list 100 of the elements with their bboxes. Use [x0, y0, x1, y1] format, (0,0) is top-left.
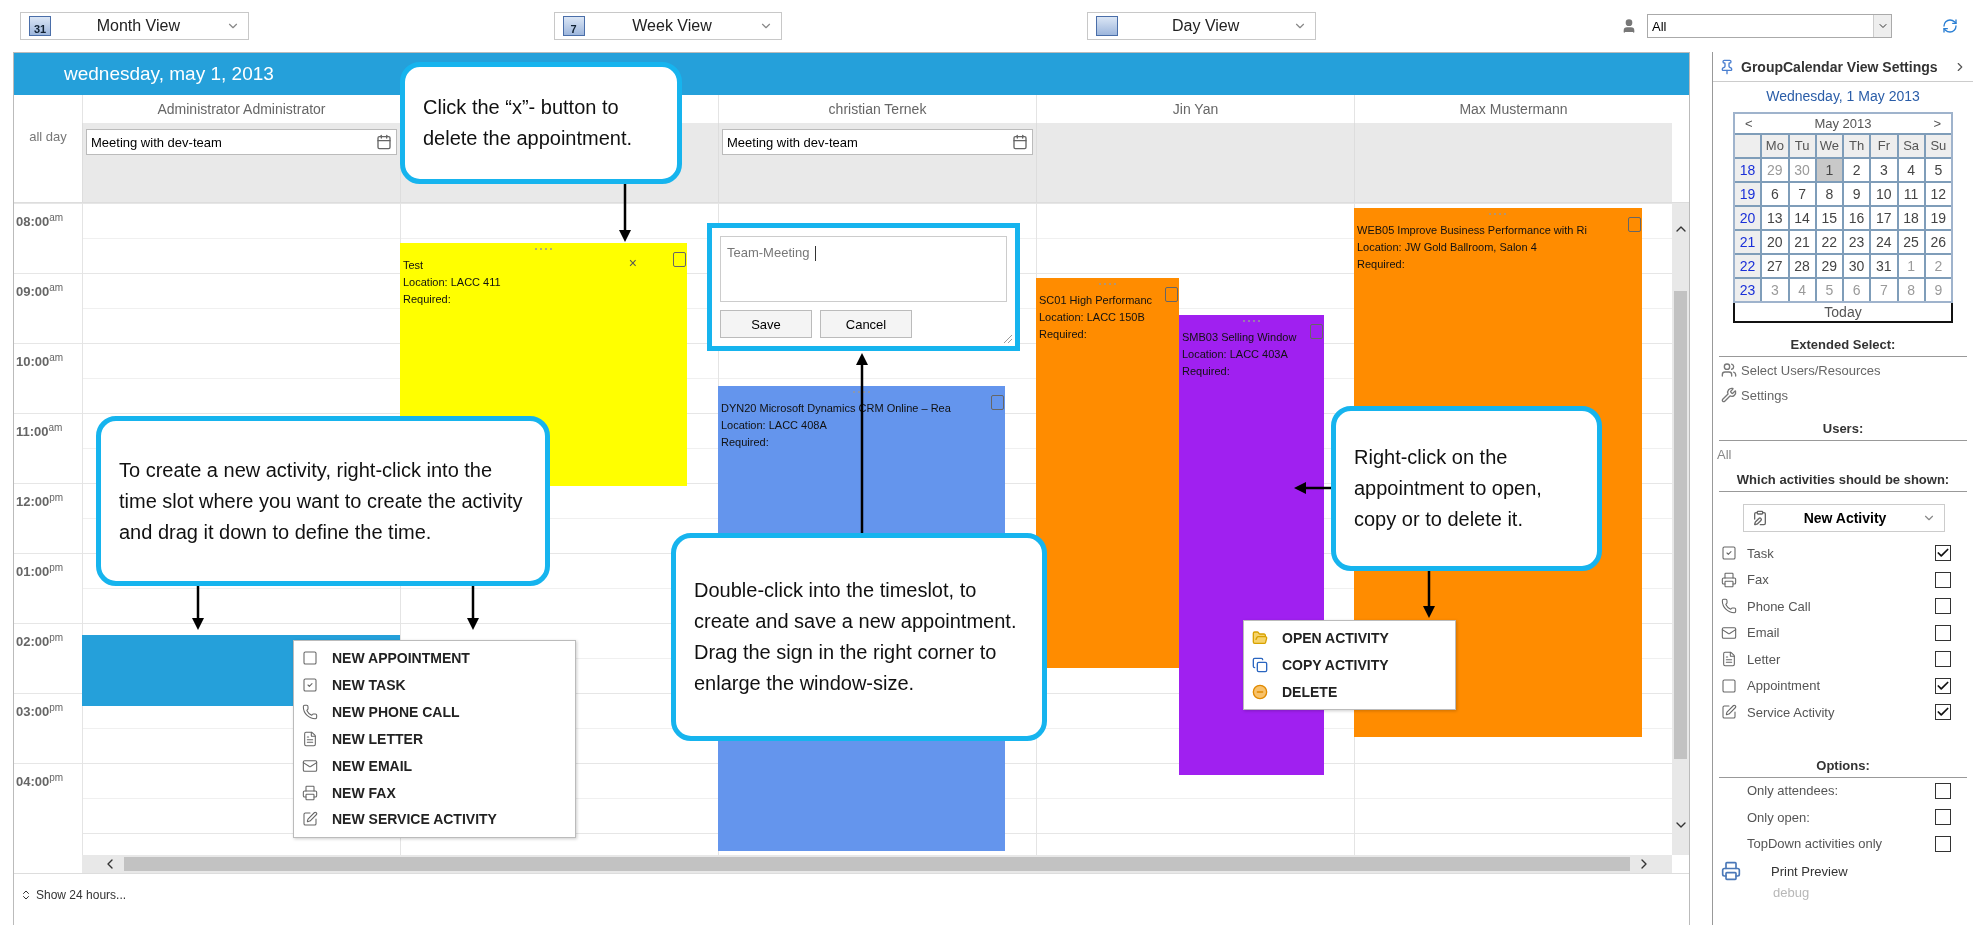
all-day-cell[interactable]	[1354, 123, 1672, 202]
checkbox[interactable]	[1935, 624, 1951, 641]
resize-grip-icon[interactable]	[1004, 335, 1012, 343]
drag-handle-icon[interactable]	[1097, 282, 1118, 286]
all-day-cell[interactable]: Meeting with dev-team	[82, 123, 400, 202]
day-cell[interactable]: 11	[1898, 183, 1924, 205]
day-cell[interactable]: 15	[1816, 207, 1842, 229]
day-cell[interactable]: 13	[1762, 207, 1788, 229]
drag-handle-icon[interactable]	[1488, 212, 1508, 216]
day-cell[interactable]: 22	[1816, 231, 1842, 253]
day-cell[interactable]: 12	[1925, 183, 1951, 205]
previous-month-button[interactable]: <	[1745, 116, 1753, 131]
all-day-cell[interactable]: Meeting with dev-team	[718, 123, 1036, 202]
print-preview-link[interactable]: Print Preview	[1771, 863, 1848, 879]
editor-button[interactable]: Cancel	[820, 310, 912, 338]
day-cell[interactable]: 24	[1871, 231, 1897, 253]
checkbox[interactable]	[1935, 835, 1951, 852]
delete-button[interactable]: ×	[628, 255, 637, 271]
all-day-event[interactable]: Meeting with dev-team	[722, 129, 1033, 155]
next-month-button[interactable]: >	[1933, 116, 1941, 131]
section-title: Options:	[1719, 743, 1967, 778]
drag-handle-icon[interactable]	[533, 247, 554, 251]
day-cell[interactable]: 5	[1925, 159, 1951, 181]
day-cell[interactable]: 16	[1844, 207, 1870, 229]
view-button[interactable]: 7 Week View	[553, 12, 783, 40]
printer-icon[interactable]	[1721, 861, 1741, 881]
checkbox[interactable]	[1935, 651, 1951, 668]
calendar-icon	[1096, 16, 1119, 36]
calendar-icon	[376, 134, 392, 150]
users-icon	[1721, 362, 1737, 378]
checkbox[interactable]	[1935, 677, 1951, 694]
envelope-icon	[302, 757, 318, 774]
scrollbar-thumb[interactable]	[124, 857, 1630, 871]
day-cell[interactable]: 26	[1925, 231, 1951, 253]
view-button[interactable]: Day View	[1087, 12, 1316, 40]
sidebar-link[interactable]: Select Users/Resources	[1713, 357, 1973, 382]
day-cell[interactable]: 8	[1816, 183, 1842, 205]
day-cell[interactable]: 19	[1925, 207, 1951, 229]
appointment-required: Required:	[403, 292, 451, 307]
day-cell[interactable]: 17	[1871, 207, 1897, 229]
day-cell[interactable]: 18	[1898, 207, 1924, 229]
scrollbar-thumb[interactable]	[1674, 291, 1687, 759]
day-cell[interactable]: 25	[1898, 231, 1924, 253]
menu-item[interactable]: NEW LETTER	[302, 730, 567, 747]
pin-icon[interactable]	[1719, 58, 1735, 75]
user-select[interactable]: All	[1647, 14, 1892, 38]
day-cell[interactable]: 2	[1844, 159, 1870, 181]
document-icon	[1721, 651, 1737, 668]
weekday-label: Sa	[1898, 135, 1924, 157]
day-cell[interactable]: 29	[1816, 255, 1842, 277]
menu-item[interactable]: NEW SERVICE ACTIVITY	[302, 811, 567, 828]
appointment-card[interactable]: SC01 High Performanc Location: LACC 150B Required:	[1036, 278, 1179, 668]
sidebar-link[interactable]: Settings	[1713, 382, 1973, 407]
day-cell[interactable]: 9	[1844, 183, 1870, 205]
checkbox[interactable]	[1935, 545, 1951, 562]
day-cell[interactable]: 14	[1789, 207, 1815, 229]
checkbox[interactable]	[1935, 704, 1951, 721]
menu-item[interactable]: NEW TASK	[302, 677, 567, 694]
checkbox[interactable]	[1935, 598, 1951, 615]
checkbox[interactable]	[1935, 809, 1951, 826]
calendar-icon	[1012, 134, 1028, 150]
refresh-icon[interactable]	[1942, 18, 1958, 34]
today-button[interactable]: Today	[1733, 303, 1953, 323]
horizontal-scrollbar[interactable]	[82, 855, 1672, 873]
day-cell[interactable]: 3	[1871, 159, 1897, 181]
pointer-arrow	[1423, 571, 1435, 618]
expand-icon	[20, 888, 32, 901]
checkbox[interactable]	[1935, 571, 1951, 588]
vertical-scrollbar[interactable]	[1672, 203, 1689, 855]
menu-item[interactable]: NEW EMAIL	[302, 757, 567, 774]
activity-label: Phone Call	[1747, 598, 1812, 614]
time-label: 12:00$^{pm}$	[14, 483, 82, 553]
day-cell[interactable]: 31	[1871, 255, 1897, 277]
title-field[interactable]: Team-Meeting	[720, 236, 1007, 302]
menu-item[interactable]: NEW PHONE CALL	[302, 704, 567, 721]
day-cell[interactable]: 27	[1762, 255, 1788, 277]
day-cell[interactable]: 20	[1762, 231, 1788, 253]
checkbox[interactable]	[1935, 782, 1951, 799]
day-cell[interactable]: 6	[1762, 183, 1788, 205]
service-icon	[302, 811, 318, 828]
menu-item[interactable]: NEW FAX	[302, 784, 567, 801]
day-cell[interactable]: 4	[1898, 159, 1924, 181]
show-24-hours-link[interactable]: Show 24 hours...	[20, 887, 127, 902]
day-cell[interactable]: 21	[1789, 231, 1815, 253]
day-cell[interactable]: 7	[1789, 183, 1815, 205]
view-button[interactable]: 31 Month View	[20, 12, 249, 40]
drag-handle-icon[interactable]	[851, 390, 872, 394]
day-cell[interactable]: 10	[1871, 183, 1897, 205]
folder-icon	[1252, 630, 1268, 647]
new-activity-button[interactable]: New Activity	[1743, 504, 1945, 532]
day-cell[interactable]: 30	[1844, 255, 1870, 277]
calendar-icon: 7	[562, 16, 585, 36]
all-day-event[interactable]: Meeting with dev-team	[86, 129, 397, 155]
day-cell[interactable]: 23	[1844, 231, 1870, 253]
day-cell[interactable]: 28	[1789, 255, 1815, 277]
menu-item[interactable]: NEW APPOINTMENT	[302, 650, 567, 667]
day-cell[interactable]: 1	[1816, 159, 1842, 181]
all-day-cell[interactable]	[1036, 123, 1354, 202]
editor-button[interactable]: Save	[720, 310, 812, 338]
drag-handle-icon[interactable]	[1241, 319, 1262, 323]
